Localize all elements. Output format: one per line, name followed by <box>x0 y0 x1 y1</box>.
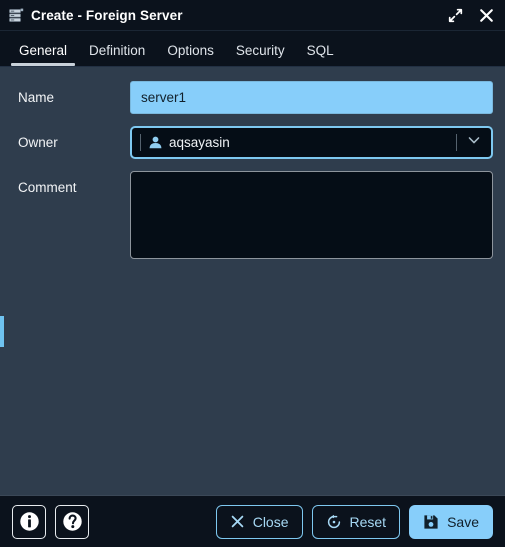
owner-select[interactable]: aqsayasin <box>130 126 493 159</box>
tab-general[interactable]: General <box>8 44 78 66</box>
panel-resize-handle[interactable] <box>0 316 4 347</box>
user-icon <box>148 135 163 150</box>
name-input[interactable] <box>130 81 493 114</box>
window-controls <box>447 7 495 24</box>
owner-value: aqsayasin <box>169 135 230 150</box>
create-foreign-server-dialog: Create - Foreign Server General Definiti… <box>0 0 505 547</box>
close-button-label: Close <box>252 513 289 530</box>
close-button[interactable]: Close <box>215 504 303 539</box>
save-button[interactable]: Save <box>409 504 493 539</box>
chevron-down-icon[interactable] <box>467 133 481 152</box>
owner-caret-divider <box>456 134 457 151</box>
field-row-comment: Comment <box>12 171 493 264</box>
reset-button[interactable]: Reset <box>311 504 401 539</box>
owner-left-divider <box>140 134 141 151</box>
owner-caret-group[interactable] <box>456 128 491 157</box>
save-button-label: Save <box>447 513 479 530</box>
name-label: Name <box>18 90 55 105</box>
tab-sql[interactable]: SQL <box>296 44 345 66</box>
reset-button-label: Reset <box>349 513 387 530</box>
comment-textarea[interactable] <box>130 171 493 259</box>
owner-label: Owner <box>18 135 58 150</box>
tab-security[interactable]: Security <box>225 44 296 66</box>
tab-bar: General Definition Options Security SQL <box>0 31 505 67</box>
title-bar: Create - Foreign Server <box>0 0 505 31</box>
field-row-owner: Owner aqsayasin <box>12 126 493 159</box>
field-row-name: Name <box>12 81 493 114</box>
help-button[interactable] <box>55 504 89 539</box>
tab-definition[interactable]: Definition <box>78 44 156 66</box>
close-icon[interactable] <box>478 7 495 24</box>
server-rack-icon <box>9 8 24 23</box>
general-tab-panel: Name Owner aqsayasin <box>0 67 505 495</box>
info-button[interactable] <box>12 504 46 539</box>
window-title: Create - Foreign Server <box>31 7 183 23</box>
tab-options[interactable]: Options <box>156 44 225 66</box>
maximize-icon[interactable] <box>447 7 464 24</box>
dialog-footer: Close Reset Save <box>0 495 505 547</box>
comment-label: Comment <box>18 180 77 195</box>
